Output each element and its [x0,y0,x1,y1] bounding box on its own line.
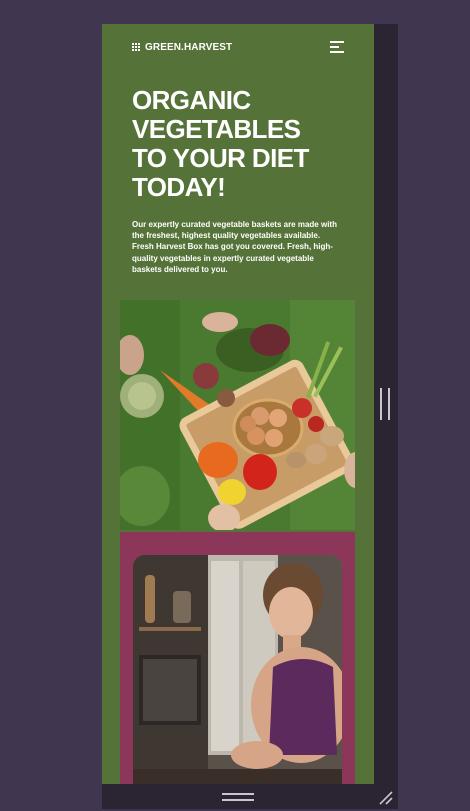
site-header: GREEN.HARVEST [132,40,344,54]
vertical-resize-handle-icon[interactable] [380,388,390,420]
horizontal-resize-handle-icon[interactable] [222,793,254,801]
vegetable-box-image [120,300,355,530]
woman-kitchen-illustration [133,555,342,784]
grid-logo-icon [132,42,142,52]
hero-title-line: VEGETABLES [132,114,301,144]
hamburger-menu-icon[interactable] [330,41,344,53]
brand-name: GREEN.HARVEST [145,41,233,53]
hero-title-line: ORGANIC [132,85,251,115]
woman-kitchen-image [133,555,342,784]
hero-description: Our expertly curated vegetable baskets a… [132,220,337,274]
vegetable-box-illustration [120,300,355,530]
mobile-viewport: GREEN.HARVEST ORGANIC VEGETABLES TO YOUR… [102,24,374,784]
hero-title: ORGANIC VEGETABLES TO YOUR DIET TODAY! [132,86,358,202]
hero-title-line: TO YOUR DIET [132,143,309,173]
logo[interactable]: GREEN.HARVEST [132,42,232,53]
hero-title-line: TODAY! [132,172,226,202]
corner-resize-icon[interactable] [376,788,394,806]
lifestyle-card [120,532,355,784]
